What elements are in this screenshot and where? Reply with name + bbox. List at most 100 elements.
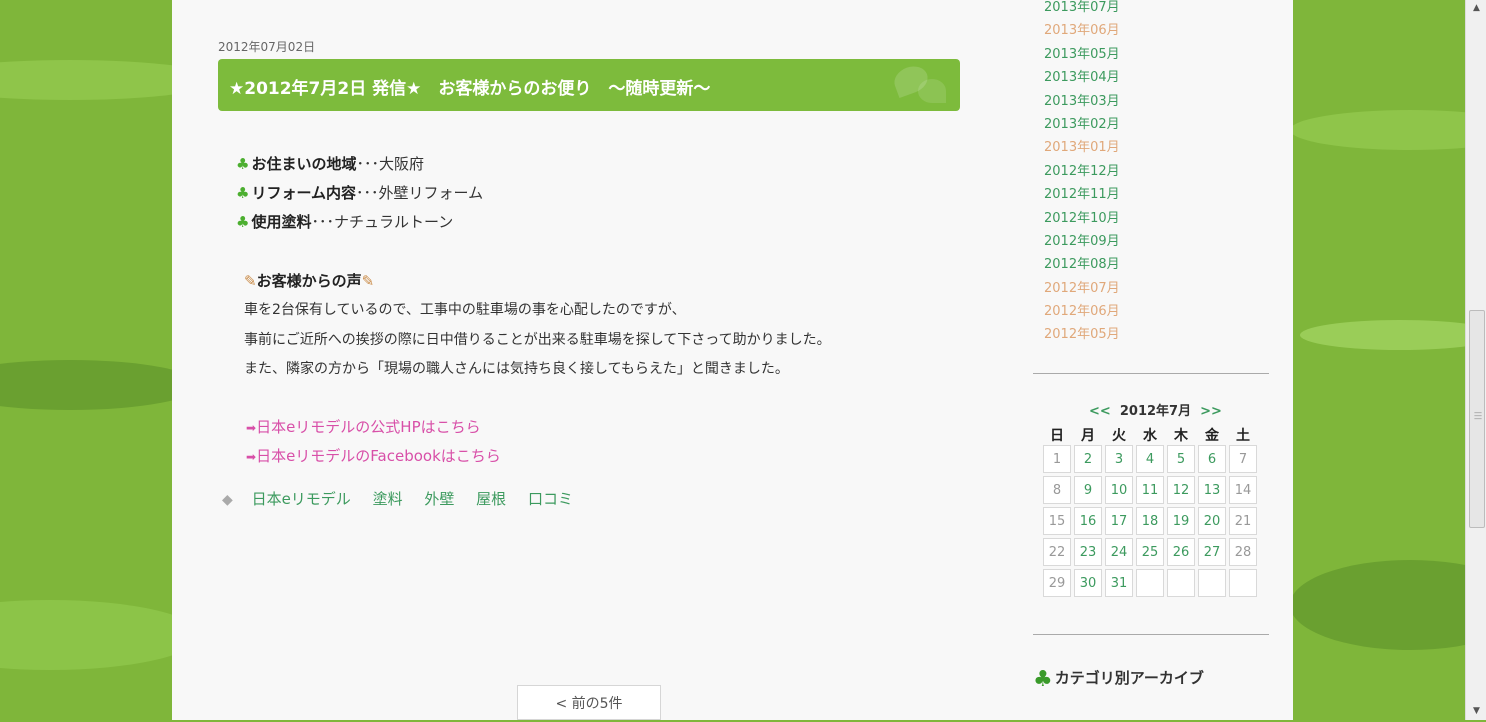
calendar-weekday: 木	[1174, 428, 1188, 444]
tag-link[interactable]: 塗料	[373, 490, 403, 508]
calendar-day[interactable]: 10	[1105, 476, 1133, 504]
calendar-weekday: 土	[1236, 428, 1250, 444]
info-value: 大阪府	[378, 155, 424, 173]
calendar-day[interactable]: 30	[1074, 569, 1102, 597]
clover-icon: ♣	[236, 155, 250, 173]
archive-month-link[interactable]: 2013年04月	[1044, 70, 1120, 93]
calendar-day[interactable]: 2	[1074, 445, 1102, 473]
info-separator: ･･･	[356, 184, 379, 202]
pencil-icon: ✎	[361, 272, 375, 290]
calendar-next-link[interactable]: >>	[1200, 404, 1222, 419]
info-value: ナチュラルトーン	[333, 213, 454, 231]
archive-month-link[interactable]: 2012年09月	[1044, 234, 1120, 257]
archive-month-link[interactable]: 2012年12月	[1044, 164, 1120, 187]
calendar-day: 8	[1043, 476, 1071, 504]
tag-icon: ◆	[222, 492, 233, 508]
clover-icon: ♣	[236, 184, 250, 202]
calendar-day[interactable]: 13	[1198, 476, 1226, 504]
post-date: 2012年07月02日	[218, 40, 316, 54]
archive-month-link[interactable]: 2013年02月	[1044, 117, 1120, 140]
archive-month-link[interactable]: 2012年05月	[1044, 327, 1120, 350]
official-site-link-text: 日本eリモデルの公式HPはこちら	[256, 418, 481, 436]
facebook-link[interactable]: ➡日本eリモデルのFacebookはこちら	[246, 445, 501, 466]
archive-month-link[interactable]: 2013年03月	[1044, 94, 1120, 117]
category-archive-heading: ♣ カテゴリ別アーカイブ	[1033, 667, 1204, 692]
scroll-thumb[interactable]: — — —	[1469, 310, 1485, 528]
info-value: 外壁リフォーム	[378, 184, 484, 202]
calendar-day: 1	[1043, 445, 1071, 473]
calendar-weekday: 月	[1081, 428, 1095, 444]
archive-month-link[interactable]: 2013年06月	[1044, 23, 1120, 46]
voice-heading-text: お客様からの声	[256, 272, 362, 290]
archive-month-link[interactable]: 2012年06月	[1044, 304, 1120, 327]
post-title[interactable]: ★2012年7月2日 発信★ お客様からのお便り ～随時更新～	[229, 74, 710, 99]
calendar-weekday: 火	[1112, 428, 1126, 444]
info-row-reform: ♣ リフォーム内容･･･外壁リフォーム	[236, 182, 483, 203]
scroll-up-icon[interactable]: ▲	[1466, 0, 1486, 17]
calendar-day[interactable]: 27	[1198, 538, 1226, 566]
voice-heading: ✎お客様からの声✎	[244, 270, 374, 291]
archive-month-link[interactable]: 2012年11月	[1044, 187, 1120, 210]
calendar-weekday: 金	[1205, 428, 1219, 444]
pencil-icon: ✎	[244, 272, 257, 290]
calendar-day[interactable]: 4	[1136, 445, 1164, 473]
calendar-day[interactable]: 19	[1167, 507, 1195, 535]
calendar-day[interactable]: 16	[1074, 507, 1102, 535]
calendar-day[interactable]: 6	[1198, 445, 1226, 473]
tag-link[interactable]: 外壁	[424, 490, 454, 508]
calendar-header: << 2012年7月 >>	[1089, 400, 1222, 419]
calendar-day[interactable]: 5	[1167, 445, 1195, 473]
sidebar-divider	[1033, 373, 1269, 374]
calendar-day: 15	[1043, 507, 1071, 535]
calendar-title: 2012年7月	[1119, 404, 1192, 419]
prev-page-button[interactable]: < 前の5件	[517, 685, 661, 720]
calendar-day[interactable]: 26	[1167, 538, 1195, 566]
tag-link[interactable]: 屋根	[476, 490, 506, 508]
tag-list: ◆ 日本eリモデル 塗料 外壁 屋根 口コミ	[222, 488, 590, 509]
calendar-day[interactable]: 11	[1136, 476, 1164, 504]
calendar-day[interactable]: 23	[1074, 538, 1102, 566]
official-site-link[interactable]: ➡日本eリモデルの公式HPはこちら	[246, 416, 481, 437]
info-label: リフォーム内容	[251, 184, 357, 202]
calendar-day[interactable]: 31	[1105, 569, 1133, 597]
calendar-empty-cell	[1229, 569, 1257, 597]
calendar-prev-link[interactable]: <<	[1089, 404, 1111, 419]
clover-icon: ♣	[236, 213, 250, 231]
sidebar-divider	[1033, 634, 1269, 635]
calendar-day[interactable]: 24	[1105, 538, 1133, 566]
monthly-archive-list: 2013年07月 2013年06月 2013年05月 2013年04月 2013…	[1044, 0, 1120, 351]
calendar-day[interactable]: 3	[1105, 445, 1133, 473]
vertical-scrollbar[interactable]: ▲ — — — ▼	[1465, 0, 1486, 720]
tag-link[interactable]: 日本eリモデル	[252, 490, 351, 508]
calendar-day[interactable]: 25	[1136, 538, 1164, 566]
archive-month-link[interactable]: 2013年07月	[1044, 0, 1120, 23]
info-separator: ･･･	[356, 155, 379, 173]
tag-link[interactable]: 口コミ	[528, 490, 573, 508]
calendar-day: 29	[1043, 569, 1071, 597]
calendar-weekday: 水	[1143, 428, 1157, 444]
arrow-right-icon: ➡	[246, 421, 257, 435]
calendar-day[interactable]: 9	[1074, 476, 1102, 504]
archive-month-link[interactable]: 2012年07月	[1044, 281, 1120, 304]
calendar-empty-cell	[1198, 569, 1226, 597]
calendar-day[interactable]: 20	[1198, 507, 1226, 535]
archive-month-link[interactable]: 2012年10月	[1044, 211, 1120, 234]
calendar-day[interactable]: 18	[1136, 507, 1164, 535]
info-label: 使用塗料	[251, 213, 312, 231]
archive-month-link[interactable]: 2013年01月	[1044, 140, 1120, 163]
archive-month-link[interactable]: 2013年05月	[1044, 47, 1120, 70]
calendar-day[interactable]: 12	[1167, 476, 1195, 504]
clover-icon: ♣	[1033, 667, 1053, 692]
calendar-empty-cell	[1136, 569, 1164, 597]
voice-line: 車を2台保有しているので、工事中の駐車場の事を心配したのですが、	[244, 302, 686, 318]
calendar-day[interactable]: 17	[1105, 507, 1133, 535]
info-separator: ･･･	[311, 213, 334, 231]
calendar-day: 28	[1229, 538, 1257, 566]
grip-icon: — — —	[1474, 408, 1482, 423]
archive-month-link[interactable]: 2012年08月	[1044, 257, 1120, 280]
voice-line: 事前にご近所への挨拶の際に日中借りることが出来る駐車場を探して下さって助かりまし…	[244, 332, 831, 348]
calendar-weekday: 日	[1050, 428, 1064, 444]
facebook-link-text: 日本eリモデルのFacebookはこちら	[256, 447, 501, 465]
calendar-day: 22	[1043, 538, 1071, 566]
scroll-down-icon[interactable]: ▼	[1466, 703, 1486, 720]
